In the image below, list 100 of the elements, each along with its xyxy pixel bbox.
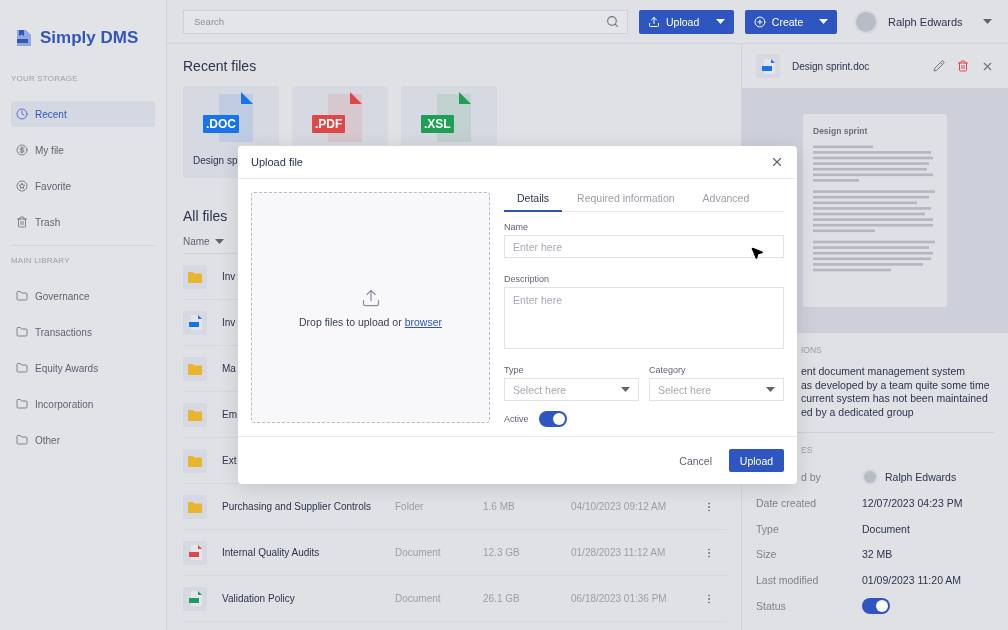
description-text: ent document management system as developed by a team quite some time current system has not been maintained ed by a dedicated group — [801, 365, 991, 420]
folder-icon — [188, 500, 202, 513]
document-icon — [761, 58, 775, 74]
tab[interactable]: Advanced — [689, 192, 763, 212]
sidebar-item[interactable]: Transactions — [11, 319, 155, 345]
upload-button[interactable]: Upload — [729, 449, 784, 472]
drop-zone[interactable]: Drop files to upload or browser — [251, 192, 490, 423]
plus-icon — [754, 15, 766, 28]
status-toggle[interactable] — [862, 597, 890, 614]
table-cell-text: 26.1 GB — [483, 593, 521, 604]
caret-icon — [818, 19, 828, 24]
folder-icon — [16, 398, 28, 410]
tab[interactable]: Details — [504, 192, 563, 212]
table-cell-text: 06/18/2023 01:36 PM — [571, 593, 668, 604]
folder-icon — [188, 362, 202, 375]
file-title: Design sprint.doc — [792, 60, 871, 72]
file-name[interactable]: Purchasing and Supplier Controls — [222, 501, 395, 512]
property-value: 01/09/2023 11:20 AM — [862, 574, 963, 587]
upload-button[interactable]: Upload — [639, 9, 734, 34]
folder-icon — [188, 408, 202, 421]
table-cell-text: Document — [395, 593, 442, 604]
star-icon — [16, 180, 28, 192]
sidebar-item[interactable]: Trash — [11, 209, 155, 235]
recent-file-card[interactable]: .DOC — [183, 86, 279, 145]
property-value: 32 MB — [862, 548, 894, 561]
section-title: YOUR STORAGE — [11, 74, 79, 83]
cancel-button[interactable]: Cancel — [675, 450, 716, 471]
property-label: Last modified — [756, 574, 820, 587]
property-label: Type — [756, 522, 780, 535]
drop-instructions: Drop files to upload or browser — [299, 315, 442, 328]
table-cell-text: 04/10/2023 09:12 AM — [571, 501, 668, 512]
section-title: MAIN LIBRARY — [11, 256, 71, 265]
property-value: Ralph Edwards — [885, 471, 957, 484]
active-toggle[interactable] — [538, 411, 567, 427]
document-icon — [188, 315, 202, 330]
browser-link[interactable]: browser — [404, 315, 442, 328]
table-cell-text: 12.3 GB — [483, 547, 521, 558]
trash-icon — [16, 216, 28, 228]
sidebar-item[interactable]: Incorporation — [11, 391, 155, 417]
property-label: d by — [800, 471, 822, 484]
section-heading: IONS — [801, 345, 823, 355]
sidebar-item[interactable]: Equity Awards — [11, 355, 155, 381]
property-value: Document — [862, 522, 911, 535]
description-field[interactable]: Enter here — [504, 287, 784, 349]
folder-icon — [188, 270, 202, 283]
name-field[interactable]: Enter here — [504, 235, 784, 258]
upload-icon — [648, 15, 660, 28]
sidebar-item[interactable]: Governance — [11, 283, 155, 309]
sidebar-item[interactable]: Other — [11, 427, 155, 453]
preview-title: Design sprint — [813, 126, 869, 136]
close-icon[interactable] — [770, 155, 784, 169]
create-button[interactable]: Create — [745, 9, 837, 34]
folder-icon — [188, 454, 202, 467]
sidebar-item[interactable]: Favorite — [11, 173, 155, 199]
folder-icon — [16, 290, 28, 302]
field-label: Name — [504, 222, 529, 232]
pdf-file-icon — [188, 545, 202, 560]
user-name[interactable]: Ralph Edwards — [888, 15, 973, 28]
recent-file-card[interactable]: .PDF — [292, 86, 388, 145]
folder-icon — [16, 362, 28, 374]
file-type-drawing: .XSL — [413, 92, 485, 142]
field-label: Type — [504, 365, 525, 375]
tab[interactable]: Required information — [564, 192, 688, 212]
search-icon — [606, 15, 619, 28]
search-field[interactable]: Search — [183, 9, 628, 34]
logo-icon — [16, 30, 32, 46]
file-type-drawing: .PDF — [304, 92, 376, 142]
caret-icon — [983, 19, 992, 24]
edit-icon[interactable] — [933, 60, 945, 72]
field-label: Description — [504, 274, 551, 284]
folder-icon — [16, 434, 28, 446]
file-name[interactable]: Internal Quality Audits — [222, 547, 395, 558]
dropdown-caret-icon — [621, 387, 630, 392]
property-label: Size — [756, 548, 778, 561]
recent-file-card[interactable]: .XSL — [401, 86, 497, 145]
table-cell-text: Document — [395, 547, 442, 558]
sidebar-item[interactable]: My file — [11, 137, 155, 163]
property-label: Date created — [756, 497, 818, 510]
coin-icon — [16, 144, 28, 156]
section-title: All files — [183, 208, 229, 224]
file-name[interactable]: Validation Policy — [222, 593, 395, 604]
mouse-pointer-icon — [750, 246, 764, 260]
property-value: 12/07/2023 04:23 PM — [862, 497, 964, 510]
property-label: Status — [756, 599, 787, 612]
field-label: Category — [649, 365, 687, 375]
avatar — [862, 469, 878, 486]
file-name[interactable]: Design sp — [183, 145, 238, 178]
table-cell-text: 01/28/2023 11:12 AM — [571, 547, 667, 558]
column-header[interactable]: Name — [183, 236, 210, 247]
sort-caret-icon — [214, 239, 224, 244]
sidebar-item[interactable]: Recent — [11, 101, 155, 127]
dialog-title: Upload file — [251, 156, 303, 168]
spreadsheet-file-icon — [188, 591, 202, 606]
upload-icon — [360, 287, 381, 308]
caret-icon — [715, 19, 725, 24]
file-type-drawing: .DOC — [195, 92, 267, 142]
app-name: Simply DMS — [40, 28, 139, 48]
section-title: Recent files — [183, 58, 258, 74]
table-cell-text: 1.6 MB — [483, 501, 516, 512]
trash-icon[interactable] — [957, 60, 969, 72]
